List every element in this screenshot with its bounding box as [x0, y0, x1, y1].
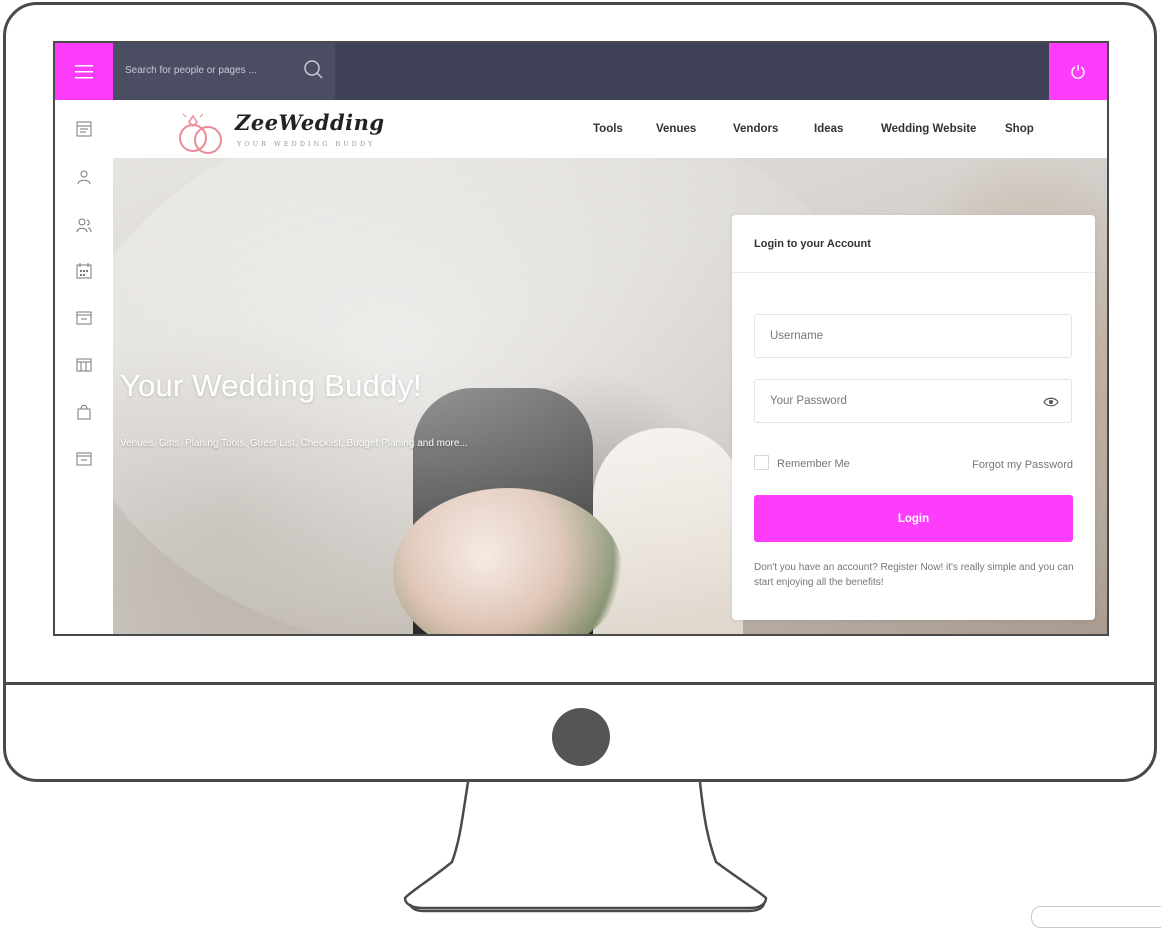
users-icon[interactable]	[76, 217, 92, 233]
username-placeholder: Username	[770, 330, 824, 342]
monitor-stand	[403, 781, 768, 913]
nav-wedding-website[interactable]: Wedding Website	[881, 123, 976, 135]
password-field[interactable]: Your Password	[754, 379, 1072, 423]
login-button[interactable]: Login	[754, 495, 1073, 542]
brand-tagline: YOUR WEDDING BUDDY	[237, 140, 376, 148]
hero-title: Your Wedding Buddy!	[120, 368, 422, 403]
screen: Search for people or pages ... ZeeWeddin…	[53, 41, 1109, 636]
rings-logo-icon[interactable]	[173, 108, 233, 154]
nav-shop[interactable]: Shop	[1005, 123, 1034, 135]
nav-ideas[interactable]: Ideas	[814, 123, 843, 135]
password-placeholder: Your Password	[770, 395, 847, 407]
login-title: Login to your Account	[754, 238, 871, 250]
search-box[interactable]: Search for people or pages ...	[113, 43, 335, 100]
user-icon[interactable]	[76, 169, 92, 185]
corner-tab	[1031, 906, 1161, 928]
browser-window-icon[interactable]	[76, 451, 92, 467]
shopping-bag-icon[interactable]	[76, 404, 92, 420]
browser-window-icon[interactable]	[76, 310, 92, 326]
search-icon[interactable]	[303, 59, 325, 81]
dashboard-icon[interactable]	[76, 121, 92, 137]
search-input[interactable]: Search for people or pages ...	[125, 65, 257, 76]
login-card: Login to your Account Username Your Pass…	[732, 215, 1095, 620]
top-bar: Search for people or pages ...	[55, 43, 1107, 100]
monitor-power-button	[552, 708, 610, 766]
remember-label[interactable]: Remember Me	[777, 458, 850, 470]
username-field[interactable]: Username	[754, 314, 1072, 358]
logout-button[interactable]	[1049, 43, 1107, 100]
monitor-chin-divider	[3, 682, 1157, 685]
hamburger-menu-icon	[75, 64, 93, 78]
hero-subtitle: Venues, Gifts, Planing Tools, Guest List…	[120, 438, 468, 449]
power-icon	[1071, 64, 1085, 79]
nav-vendors[interactable]: Vendors	[733, 123, 778, 135]
menu-button[interactable]	[55, 43, 113, 100]
calendar-icon[interactable]	[76, 263, 92, 279]
nav-venues[interactable]: Venues	[656, 123, 696, 135]
eye-icon[interactable]	[1043, 396, 1059, 408]
forgot-password-link[interactable]: Forgot my Password	[972, 459, 1073, 471]
register-text: Don't you have an account? Register Now!…	[754, 562, 1074, 588]
login-card-header: Login to your Account	[732, 215, 1095, 273]
sidebar	[55, 100, 113, 634]
grid-window-icon[interactable]	[76, 357, 92, 373]
navbar: ZeeWedding YOUR WEDDING BUDDY Tools Venu…	[113, 100, 1107, 158]
brand-name[interactable]: ZeeWedding	[235, 110, 385, 135]
remember-checkbox[interactable]	[754, 455, 769, 470]
nav-tools[interactable]: Tools	[593, 123, 623, 135]
